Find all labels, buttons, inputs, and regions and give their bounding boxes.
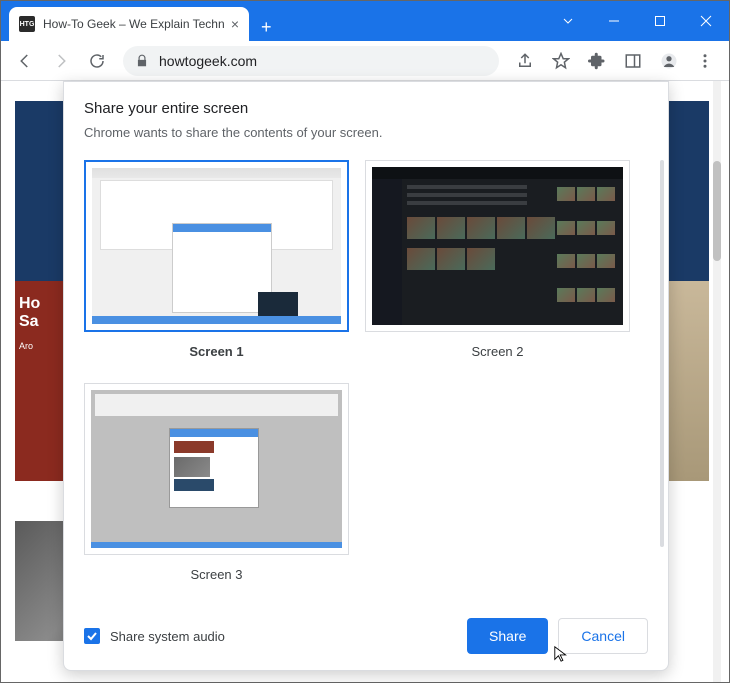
dialog-scrollbar[interactable] [660,160,664,590]
address-bar[interactable]: howtogeek.com [123,46,499,76]
minimize-button[interactable] [591,1,637,41]
checkbox-checked-icon [84,628,100,644]
checkbox-label: Share system audio [110,629,225,644]
browser-window: HTG How-To Geek – We Explain Techn × + h… [0,0,730,683]
screen-thumbnail [91,390,342,548]
hero-line2: Sa [19,313,61,331]
screen-option-1[interactable]: Screen 1 [84,160,349,367]
profile-icon[interactable] [653,45,685,77]
share-icon[interactable] [509,45,541,77]
reload-button[interactable] [81,45,113,77]
lock-icon [135,54,149,68]
new-tab-button[interactable]: + [249,13,284,41]
chevron-down-icon[interactable] [545,1,591,41]
hero-sub: Aro [19,341,61,351]
bookmark-icon[interactable] [545,45,577,77]
forward-button[interactable] [45,45,77,77]
screen-label: Screen 2 [365,344,630,367]
close-tab-icon[interactable]: × [231,16,239,32]
page-scrollbar[interactable] [713,161,721,261]
share-button[interactable]: Share [467,618,548,654]
maximize-button[interactable] [637,1,683,41]
titlebar: HTG How-To Geek – We Explain Techn × + [1,1,729,41]
hero-line1: Ho [19,295,61,313]
favicon: HTG [19,16,35,32]
browser-tab[interactable]: HTG How-To Geek – We Explain Techn × [9,7,249,41]
screen-option-2[interactable]: Screen 2 [365,160,630,367]
url-text: howtogeek.com [159,53,487,69]
dialog-subtitle: Chrome wants to share the contents of yo… [84,125,648,140]
side-panel-icon[interactable] [617,45,649,77]
tab-title: How-To Geek – We Explain Techn [43,17,225,31]
screen-label: Screen 3 [84,567,349,590]
menu-icon[interactable] [689,45,721,77]
share-screen-dialog: Share your entire screen Chrome wants to… [63,81,669,671]
back-button[interactable] [9,45,41,77]
toolbar: howtogeek.com [1,41,729,81]
screen-thumbnail [372,167,623,325]
share-audio-checkbox[interactable]: Share system audio [84,628,225,644]
screen-label: Screen 1 [84,344,349,367]
cancel-button[interactable]: Cancel [558,618,648,654]
extensions-icon[interactable] [581,45,613,77]
screen-thumbnail [92,168,341,324]
screen-option-3[interactable]: Screen 3 [84,383,349,590]
dialog-title: Share your entire screen [84,100,648,117]
close-window-button[interactable] [683,1,729,41]
